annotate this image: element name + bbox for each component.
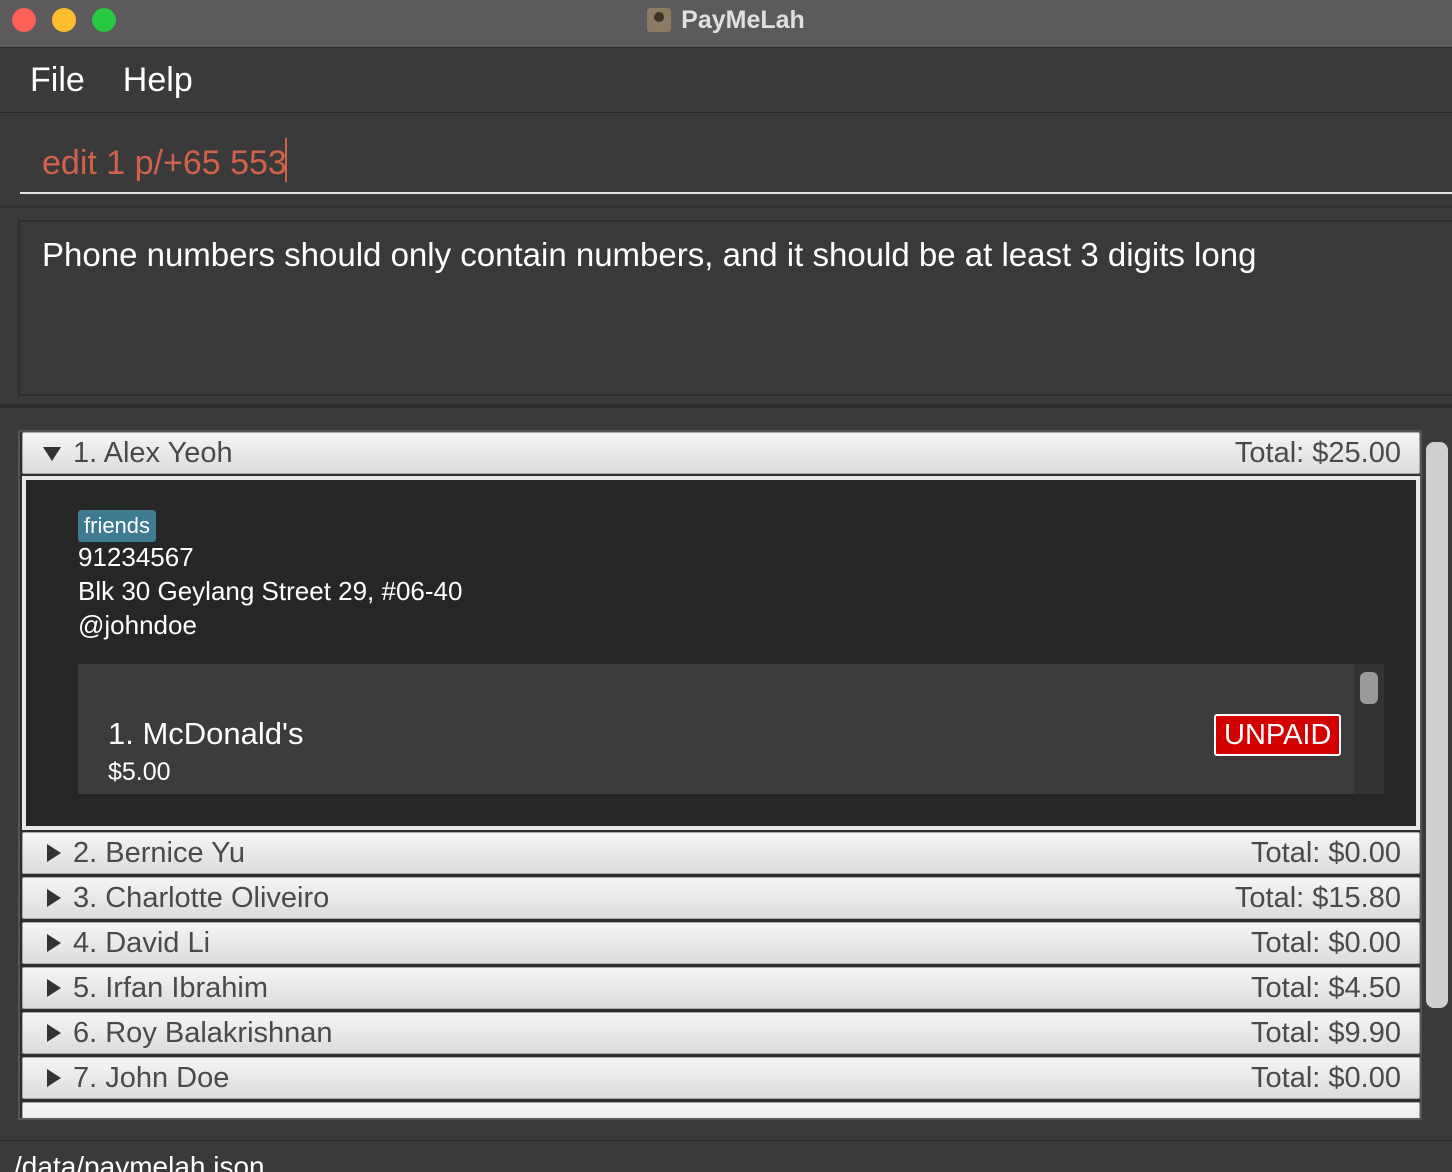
person-name: 1. Alex Yeoh	[73, 437, 233, 469]
person-name: 6. Roy Balakrishnan	[73, 1017, 333, 1049]
expand-arrow-icon[interactable]	[47, 1024, 61, 1042]
expand-arrow-icon[interactable]	[47, 889, 61, 907]
expand-arrow-icon[interactable]	[47, 934, 61, 952]
person-total: Total: $0.00	[1251, 837, 1401, 869]
person-card-header[interactable]: 6. Roy Balakrishnan Total: $9.90	[22, 1012, 1420, 1054]
person-card-header[interactable]: 2. Bernice Yu Total: $0.00	[22, 832, 1420, 874]
person-list-scrollbar[interactable]	[1426, 442, 1448, 1008]
status-file-path: /data/paymelah.json	[14, 1151, 265, 1172]
command-box-area	[0, 114, 1452, 208]
person-total: Total: $0.00	[1251, 1062, 1401, 1094]
window-title: PayMeLah	[681, 5, 805, 34]
person-card-header[interactable]: 1. Alex Yeoh Total: $25.00	[22, 432, 1420, 474]
result-display-area: Phone numbers should only contain number…	[0, 208, 1452, 408]
person-total: Total: $9.90	[1251, 1017, 1401, 1049]
expand-arrow-icon[interactable]	[47, 844, 61, 862]
debt-title: 1. McDonald's	[108, 716, 304, 751]
expand-arrow-icon[interactable]	[47, 979, 61, 997]
person-name: 5. Irfan Ibrahim	[73, 972, 269, 1004]
person-total: Total: $4.50	[1251, 972, 1401, 1004]
status-bar: /data/paymelah.json	[0, 1140, 1452, 1172]
person-card-header[interactable]: 5. Irfan Ibrahim Total: $4.50	[22, 967, 1420, 1009]
text-caret	[285, 138, 287, 182]
debt-list-scrollbar[interactable]	[1354, 664, 1384, 794]
person-details-panel: friends 91234567 Blk 30 Geylang Street 2…	[22, 476, 1420, 830]
debt-list-scroll-thumb[interactable]	[1360, 672, 1378, 704]
menu-help[interactable]: Help	[123, 61, 193, 100]
person-name: 2. Bernice Yu	[73, 837, 245, 869]
person-list-panel: 1. Alex Yeoh Total: $25.00 friends 91234…	[0, 410, 1452, 1140]
person-total: Total: $0.00	[1251, 927, 1401, 959]
expand-arrow-icon[interactable]	[47, 1069, 61, 1087]
person-telegram: @johndoe	[78, 610, 197, 640]
person-card-header[interactable]: 4. David Li Total: $0.00	[22, 922, 1420, 964]
collapse-arrow-icon[interactable]	[43, 447, 61, 461]
person-name: 4. David Li	[73, 927, 211, 959]
person-name: 3. Charlotte Oliveiro	[73, 882, 330, 914]
debt-amount: $5.00	[108, 758, 171, 786]
person-name: 7. John Doe	[73, 1062, 230, 1094]
person-phone: 91234567	[78, 542, 194, 572]
app-icon	[647, 8, 672, 32]
person-card-header-partial[interactable]	[22, 1102, 1420, 1118]
command-input[interactable]	[20, 134, 1452, 194]
result-display: Phone numbers should only contain number…	[18, 220, 1452, 396]
person-address: Blk 30 Geylang Street 29, #06-40	[78, 576, 463, 606]
person-list[interactable]: 1. Alex Yeoh Total: $25.00 friends 91234…	[18, 430, 1422, 1120]
person-total: Total: $15.80	[1234, 882, 1401, 914]
menu-bar: File Help	[0, 49, 1452, 113]
person-card-header[interactable]: 3. Charlotte Oliveiro Total: $15.80	[22, 877, 1420, 919]
title-bar: PayMeLah	[0, 0, 1452, 48]
unpaid-badge: UNPAID	[1214, 714, 1342, 756]
person-total: Total: $25.00	[1234, 437, 1401, 469]
debt-list[interactable]: 1. McDonald's $5.00 UNPAID	[78, 664, 1384, 794]
tag-badge: friends	[78, 510, 157, 542]
menu-file[interactable]: File	[30, 61, 85, 100]
person-card-header[interactable]: 7. John Doe Total: $0.00	[22, 1057, 1420, 1099]
